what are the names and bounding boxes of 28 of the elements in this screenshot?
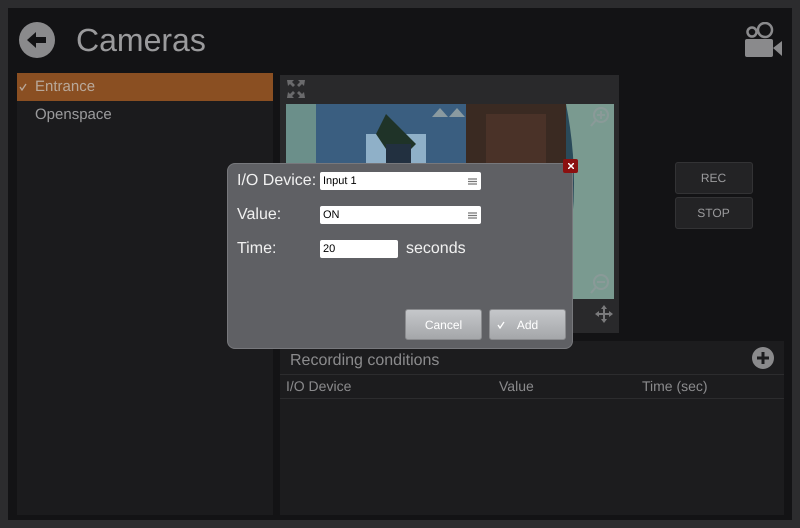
field-label: Time: (237, 239, 278, 259)
add-icon[interactable] (752, 347, 774, 369)
unit-label: seconds (406, 239, 466, 259)
column-header: Value (499, 377, 535, 396)
close-button[interactable] (563, 159, 578, 173)
control-button[interactable]: STOP (674, 197, 752, 229)
column-header: Time (sec) (642, 377, 709, 396)
move-icon[interactable] (595, 305, 613, 323)
check-icon (19, 83, 27, 91)
fullscreen-icon[interactable] (286, 79, 306, 99)
check-icon (497, 321, 505, 329)
video-camera-icon[interactable] (745, 22, 783, 58)
menu-icon (468, 212, 477, 218)
camera-item[interactable]: Openspace (17, 101, 273, 129)
tilt-up-icon[interactable] (432, 107, 466, 117)
menu-icon (468, 178, 477, 184)
select-field[interactable]: Input 1 (320, 172, 481, 190)
field-label: Value: (237, 205, 282, 225)
back-icon[interactable] (19, 22, 55, 58)
control-button[interactable]: REC (674, 162, 752, 194)
camera-item[interactable]: Entrance (17, 73, 273, 101)
close-icon (568, 163, 574, 169)
select-field[interactable]: ON (320, 206, 481, 224)
field-label: I/O Device: (237, 171, 318, 191)
section-title: Recording conditions (290, 351, 440, 371)
input-field[interactable]: 20 (320, 240, 398, 258)
page-title: Cameras (76, 21, 206, 60)
column-header: I/O Device (286, 377, 352, 396)
